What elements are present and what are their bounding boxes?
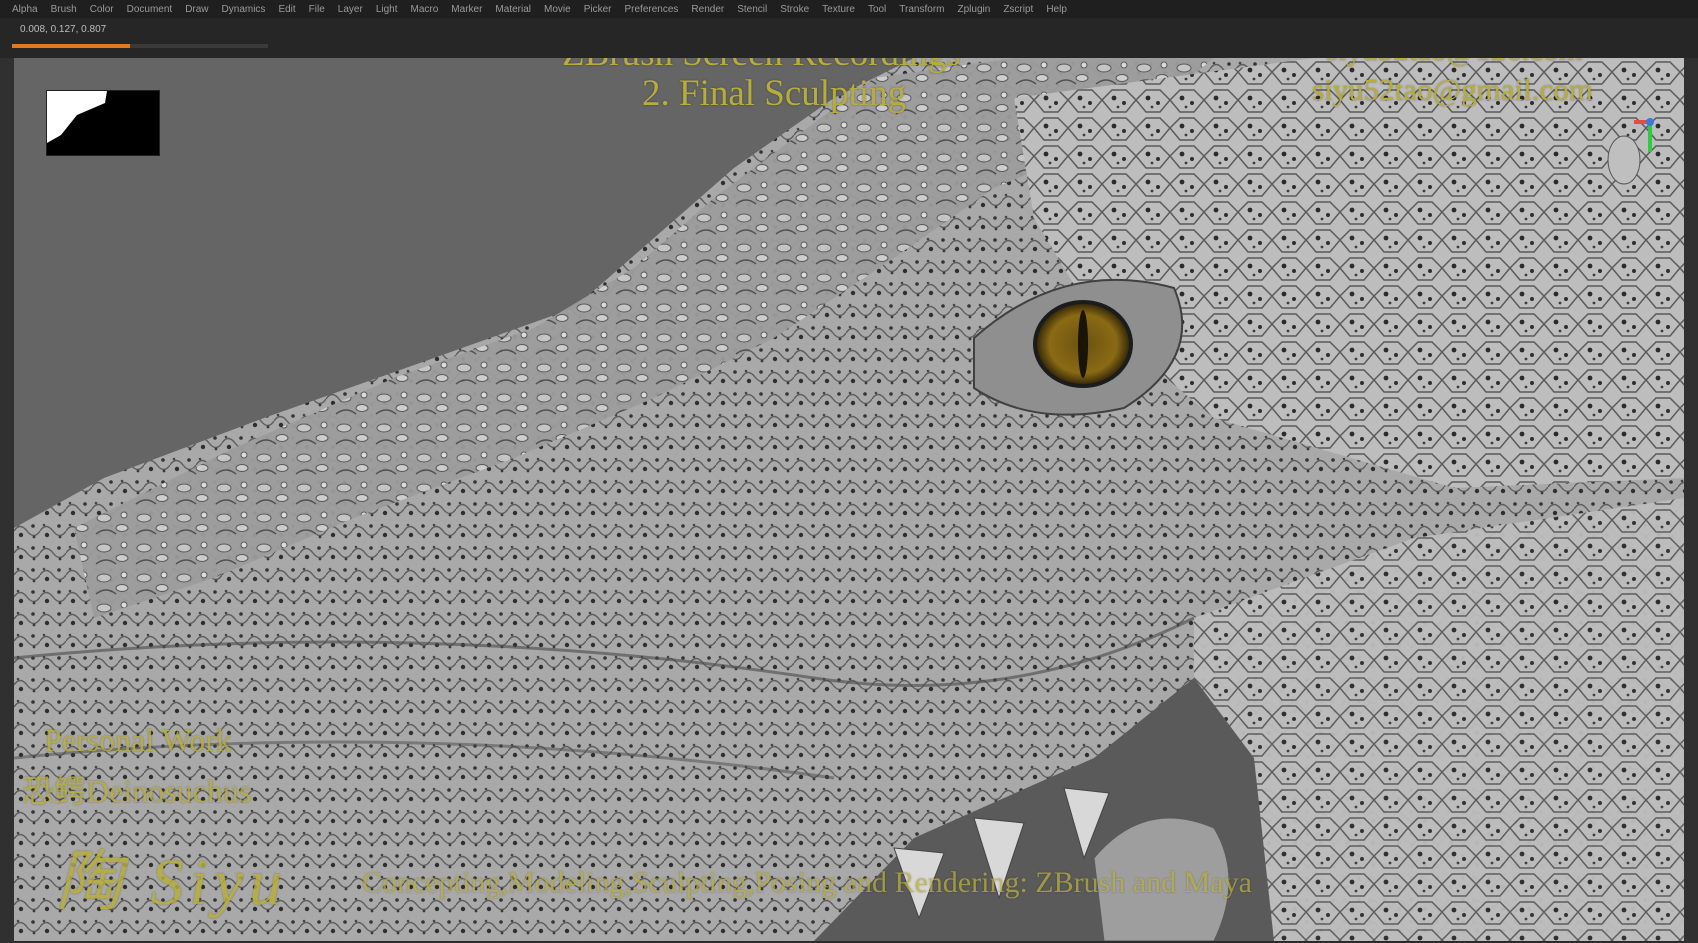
menu-item-transform[interactable]: Transform bbox=[899, 4, 944, 15]
info-bar: 0.008, 0.127, 0.807 bbox=[0, 18, 1698, 58]
menu-item-layer[interactable]: Layer bbox=[338, 4, 363, 15]
menu-item-document[interactable]: Document bbox=[127, 4, 173, 15]
menu-item-marker[interactable]: Marker bbox=[451, 4, 482, 15]
gizmo-head-icon bbox=[1607, 135, 1641, 185]
menu-item-zscript[interactable]: Zscript bbox=[1003, 4, 1033, 15]
axis-gizmo-icon[interactable] bbox=[1604, 82, 1664, 202]
menu-item-stroke[interactable]: Stroke bbox=[780, 4, 809, 15]
email-1: siyu52tao@126.com bbox=[1326, 58, 1583, 68]
menu-item-light[interactable]: Light bbox=[376, 4, 398, 15]
coordinate-readout: 0.008, 0.127, 0.807 bbox=[20, 24, 107, 35]
menu-item-preferences[interactable]: Preferences bbox=[624, 4, 678, 15]
species-label: 恐鳄Deinosuchus bbox=[22, 773, 252, 809]
menu-item-tool[interactable]: Tool bbox=[868, 4, 886, 15]
menu-item-file[interactable]: File bbox=[309, 4, 325, 15]
menu-item-alpha[interactable]: Alpha bbox=[12, 4, 38, 15]
menu-item-draw[interactable]: Draw bbox=[185, 4, 208, 15]
menu-item-dynamics[interactable]: Dynamics bbox=[222, 4, 266, 15]
right-tray[interactable] bbox=[1684, 58, 1698, 943]
menu-item-render[interactable]: Render bbox=[691, 4, 724, 15]
menu-item-zplugin[interactable]: Zplugin bbox=[958, 4, 991, 15]
menu-item-brush[interactable]: Brush bbox=[51, 4, 77, 15]
menu-bar: Alpha Brush Color Document Draw Dynamics Edit F… bbox=[0, 0, 1698, 18]
left-tray[interactable] bbox=[0, 58, 14, 943]
menu-item-macro[interactable]: Macro bbox=[411, 4, 439, 15]
progress-fill bbox=[12, 44, 130, 48]
menu-item-edit[interactable]: Edit bbox=[278, 4, 295, 15]
progress-bar bbox=[12, 44, 268, 48]
menu-item-texture[interactable]: Texture bbox=[822, 4, 855, 15]
sculpt-render bbox=[14, 58, 1684, 941]
menu-item-stencil[interactable]: Stencil bbox=[737, 4, 767, 15]
menu-item-material[interactable]: Material bbox=[495, 4, 531, 15]
menu-item-color[interactable]: Color bbox=[90, 4, 114, 15]
navigator-thumbnail[interactable] bbox=[46, 90, 160, 156]
menu-item-picker[interactable]: Picker bbox=[584, 4, 612, 15]
personal-work-label: Personal Work bbox=[44, 722, 232, 758]
menu-item-movie[interactable]: Movie bbox=[544, 4, 571, 15]
title-line2: 2. Final Sculpting bbox=[642, 73, 907, 114]
email-2: siyu52tao@gmail.com bbox=[1312, 72, 1593, 107]
artist-signature: 陶 Siyu bbox=[56, 846, 289, 919]
document-canvas[interactable]: ZBrush Screen Recordings 2. Final Sculpt… bbox=[14, 58, 1684, 941]
credits-label: Concepting,Modeling,Sculpting,Posing and… bbox=[362, 866, 1252, 899]
menu-item-help[interactable]: Help bbox=[1046, 4, 1067, 15]
